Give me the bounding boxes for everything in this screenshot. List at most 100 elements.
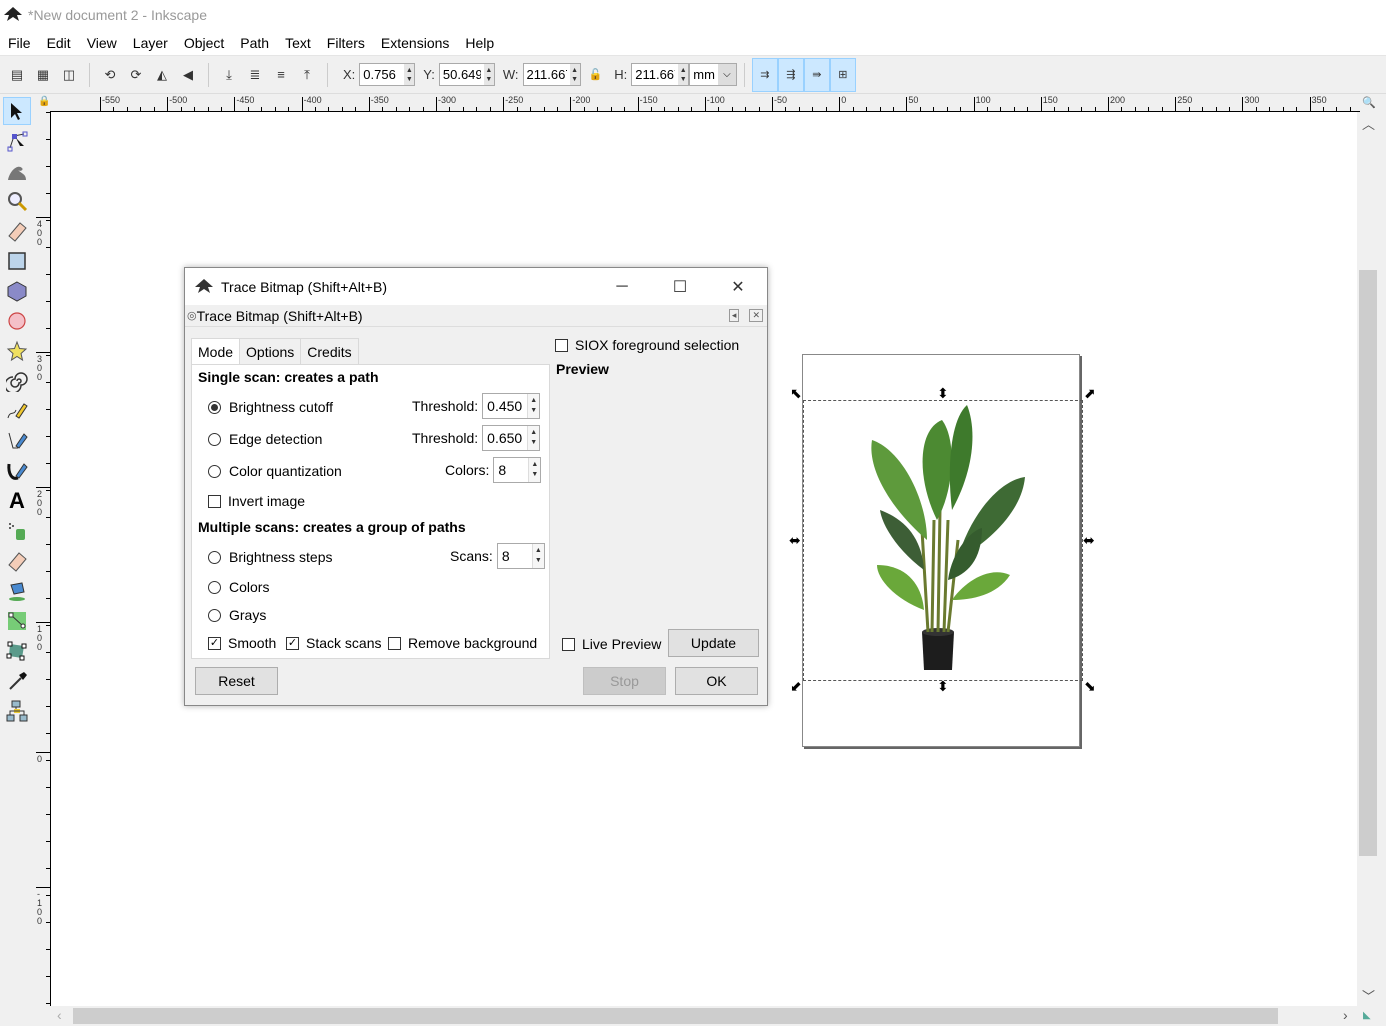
menu-edit[interactable]: Edit <box>39 35 79 51</box>
lower-to-bottom-icon[interactable]: ⤓ <box>217 63 241 87</box>
tab-mode[interactable]: Mode <box>191 338 241 364</box>
scale-handle-w[interactable]: ⬌ <box>789 533 801 547</box>
connector-tool[interactable] <box>3 697 31 725</box>
minimize-button[interactable]: ─ <box>593 268 651 305</box>
scroll-down-icon[interactable]: ﹀ <box>1362 986 1375 1005</box>
scale-stroke-icon[interactable]: ⇉ <box>751 57 778 92</box>
spinner-icon[interactable]: ▲ ▼ <box>528 458 541 482</box>
close-panel-icon[interactable]: ✕ <box>749 309 763 322</box>
rectangle-tool[interactable] <box>3 247 31 275</box>
mesh-tool[interactable] <box>3 637 31 665</box>
tab-credits[interactable]: Credits <box>300 338 359 364</box>
spinner-icon[interactable]: ▲ ▼ <box>531 544 544 568</box>
dialog-title-bar[interactable]: Trace Bitmap (Shift+Alt+B) ─ ☐ ✕ <box>185 268 767 305</box>
w-input[interactable] <box>523 64 570 85</box>
deselect-icon[interactable]: ◫ <box>57 63 81 87</box>
update-button[interactable]: Update <box>668 629 759 657</box>
ok-button[interactable]: OK <box>675 667 758 695</box>
spinner-icon[interactable]: ▲ ▼ <box>527 426 540 450</box>
sticky-zoom-icon[interactable]: ◣ <box>1363 1010 1371 1021</box>
scroll-left-icon[interactable]: ‹ <box>57 1007 62 1023</box>
horizontal-scroll-thumb[interactable] <box>73 1008 1278 1024</box>
rotate-cw-icon[interactable]: ⟳ <box>124 63 148 87</box>
dropper-tool[interactable] <box>3 667 31 695</box>
spinner-icon[interactable]: ▲ ▼ <box>527 394 540 418</box>
color-quantization-radio[interactable]: Color quantization <box>208 463 342 479</box>
scale-handle-se[interactable]: ⬊ <box>1084 679 1096 693</box>
lock-icon[interactable]: 🔓 <box>589 68 603 81</box>
edge-detection-radio[interactable]: Edge detection <box>208 431 322 447</box>
brightness-threshold-input[interactable]: 0.450 ▲ ▼ <box>482 393 541 419</box>
x-spinner[interactable]: ▲ ▼ <box>404 64 415 85</box>
ruler-lock-icon[interactable]: 🔒 <box>38 96 50 107</box>
x-input[interactable] <box>360 64 405 85</box>
menu-path[interactable]: Path <box>232 35 277 51</box>
y-input[interactable] <box>439 64 484 85</box>
zoom-corner-icon[interactable]: 🔍 <box>1362 96 1376 109</box>
eraser-tool[interactable] <box>3 547 31 575</box>
3dbox-tool[interactable] <box>3 277 31 305</box>
tweak-tool[interactable] <box>3 157 31 185</box>
iconify-panel-icon[interactable]: ◂ <box>728 309 740 322</box>
pencil-tool[interactable] <box>3 397 31 425</box>
menu-layer[interactable]: Layer <box>125 35 176 51</box>
lower-icon[interactable]: ≣ <box>243 63 267 87</box>
vertical-scroll-thumb[interactable] <box>1359 270 1377 856</box>
menu-object[interactable]: Object <box>176 35 232 51</box>
grays-radio[interactable]: Grays <box>208 607 266 623</box>
menu-filters[interactable]: Filters <box>319 35 373 51</box>
menu-help[interactable]: Help <box>457 35 502 51</box>
edge-threshold-input[interactable]: 0.650 ▲ ▼ <box>482 425 541 451</box>
zoom-tool[interactable] <box>3 187 31 215</box>
ellipse-tool[interactable] <box>3 307 31 335</box>
spray-tool[interactable] <box>3 517 31 545</box>
scale-handle-n[interactable]: ⬍ <box>937 386 949 400</box>
maximize-button[interactable]: ☐ <box>651 268 709 305</box>
y-spinner[interactable]: ▲ ▼ <box>483 64 494 85</box>
vertical-ruler[interactable]: 400 300 200 100 0 -100 <box>34 112 51 1006</box>
live-preview-checkbox[interactable]: Live Preview <box>562 636 661 652</box>
rotate-ccw-icon[interactable]: ⟲ <box>98 63 122 87</box>
h-spinner[interactable]: ▲ ▼ <box>678 64 689 85</box>
vertical-scrollbar[interactable]: ︿ ﹀ <box>1357 112 1379 1006</box>
pen-tool[interactable] <box>3 427 31 455</box>
raise-to-top-icon[interactable]: ⤒ <box>295 63 319 87</box>
node-tool[interactable] <box>3 127 31 155</box>
horizontal-scrollbar[interactable]: ‹ › <box>51 1006 1357 1026</box>
smooth-checkbox[interactable]: ✓ Smooth <box>208 635 276 651</box>
scale-handle-ne[interactable]: ⬈ <box>1084 386 1096 400</box>
invert-image-checkbox[interactable]: Invert image <box>208 493 305 509</box>
brightness-cutoff-radio[interactable]: Brightness cutoff <box>208 399 333 415</box>
transform-patterns-icon[interactable]: ⊞ <box>829 57 856 92</box>
stop-button[interactable]: Stop <box>583 667 666 695</box>
horizontal-ruler[interactable]: -550 -500 -450 -400 -350 -300 -250 -200 -150 -100… <box>50 95 1360 112</box>
transform-gradients-icon[interactable]: ⇛ <box>803 57 830 92</box>
h-input[interactable] <box>632 64 679 85</box>
colors-radio[interactable]: Colors <box>208 579 269 595</box>
paint-bucket-tool[interactable] <box>3 577 31 605</box>
star-tool[interactable] <box>3 337 31 365</box>
raise-icon[interactable]: ≡ <box>269 63 293 87</box>
gradient-tool[interactable] <box>3 607 31 635</box>
flip-vertical-icon[interactable]: ◀ <box>176 63 200 87</box>
tab-options[interactable]: Options <box>239 338 302 364</box>
scale-handle-e[interactable]: ⬌ <box>1083 533 1095 547</box>
select-all-layers-icon[interactable]: ▦ <box>31 63 55 87</box>
flip-horizontal-icon[interactable]: ◭ <box>150 63 174 87</box>
scale-corners-icon[interactable]: ⇶ <box>777 57 804 92</box>
scans-input[interactable]: 8 ▲ ▼ <box>496 543 545 569</box>
text-tool[interactable]: A <box>3 487 31 515</box>
menu-text[interactable]: Text <box>277 35 319 51</box>
unit-select[interactable]: mm ⌵ <box>689 63 737 86</box>
scroll-right-icon[interactable]: › <box>1343 1007 1348 1023</box>
scale-handle-s[interactable]: ⬍ <box>937 679 949 693</box>
menu-extensions[interactable]: Extensions <box>373 35 457 51</box>
colors-input[interactable]: 8 ▲ ▼ <box>493 457 542 483</box>
spiral-tool[interactable] <box>3 367 31 395</box>
scale-handle-nw[interactable]: ⬉ <box>790 386 802 400</box>
menu-view[interactable]: View <box>79 35 125 51</box>
menu-file[interactable]: File <box>0 35 39 51</box>
stack-scans-checkbox[interactable]: ✓ Stack scans <box>286 635 381 651</box>
close-button[interactable]: ✕ <box>709 268 767 305</box>
reset-button[interactable]: Reset <box>195 667 278 695</box>
